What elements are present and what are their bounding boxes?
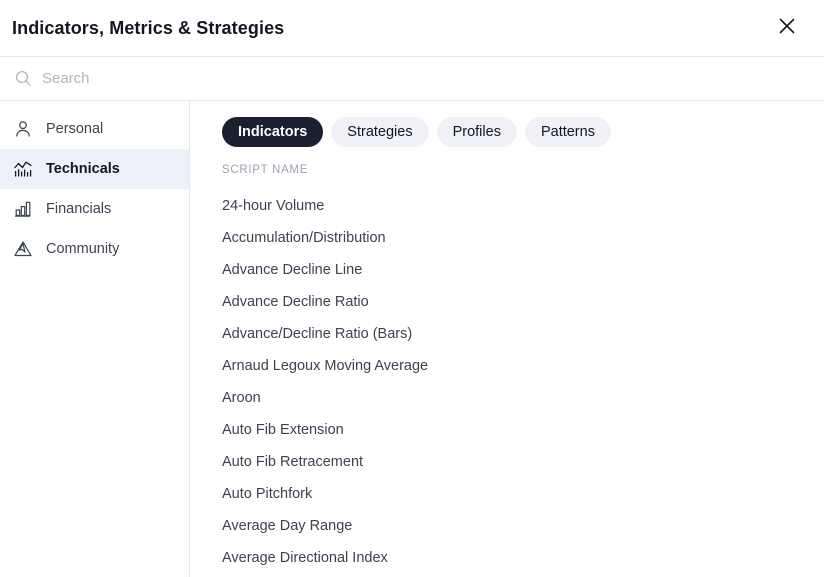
content-panel: Indicators Strategies Profiles Patterns …	[190, 101, 824, 577]
script-name: Arnaud Legoux Moving Average	[222, 358, 429, 374]
script-name: Auto Pitchfork	[222, 486, 313, 502]
search-bar[interactable]	[0, 57, 824, 101]
script-name: Advance Decline Ratio	[222, 294, 369, 310]
close-icon	[778, 17, 796, 40]
list-item[interactable]: 24-hour Volume	[222, 190, 824, 222]
sidebar-item-technicals[interactable]: Technicals	[0, 149, 189, 189]
search-input[interactable]	[42, 68, 442, 89]
tab-indicators[interactable]: Indicators	[222, 117, 324, 147]
list-item[interactable]: Advance Decline Ratio	[222, 286, 824, 318]
bar-chart-icon	[12, 198, 34, 220]
tab-strategies[interactable]: Strategies	[331, 117, 429, 147]
script-name: Average Day Range	[222, 518, 353, 534]
list-item[interactable]: Auto Fib Retracement	[222, 446, 824, 478]
script-list: 24-hour Volume Accumulation/Distribution…	[222, 190, 824, 574]
script-name: Accumulation/Distribution	[222, 230, 386, 246]
tab-bar: Indicators Strategies Profiles Patterns	[222, 117, 824, 147]
list-item[interactable]: Advance Decline Line	[222, 254, 824, 286]
sidebar-item-label: Financials	[46, 201, 112, 217]
script-name: Advance/Decline Ratio (Bars)	[222, 326, 413, 342]
script-name: Aroon	[222, 390, 261, 406]
tab-profiles[interactable]: Profiles	[436, 117, 517, 147]
script-name: Auto Fib Retracement	[222, 454, 364, 470]
sidebar-item-label: Personal	[46, 121, 104, 137]
list-item[interactable]: Arnaud Legoux Moving Average	[222, 350, 824, 382]
list-item[interactable]: Accumulation/Distribution	[222, 222, 824, 254]
sidebar: Personal Technicals Financials Community	[0, 101, 190, 577]
script-name: Advance Decline Line	[222, 262, 363, 278]
sidebar-item-financials[interactable]: Financials	[0, 189, 189, 229]
dialog-header: Indicators, Metrics & Strategies	[0, 0, 824, 57]
sidebar-item-personal[interactable]: Personal	[0, 109, 189, 149]
list-item[interactable]: Aroon	[222, 382, 824, 414]
page-title: Indicators, Metrics & Strategies	[12, 18, 285, 38]
column-header-script-name: SCRIPT NAME	[222, 164, 309, 176]
list-item[interactable]: Average Directional Index	[222, 542, 824, 574]
list-item[interactable]: Auto Fib Extension	[222, 414, 824, 446]
close-button[interactable]	[770, 11, 804, 45]
sidebar-item-label: Technicals	[46, 161, 120, 177]
script-name: Auto Fib Extension	[222, 422, 344, 438]
dialog-body: Personal Technicals Financials Community…	[0, 101, 824, 577]
mountain-icon	[12, 238, 34, 260]
list-item[interactable]: Auto Pitchfork	[222, 478, 824, 510]
sidebar-item-community[interactable]: Community	[0, 229, 189, 269]
sidebar-item-label: Community	[46, 241, 120, 257]
script-name: 24-hour Volume	[222, 198, 325, 214]
search-icon	[12, 68, 34, 90]
person-icon	[12, 118, 34, 140]
tab-patterns[interactable]: Patterns	[524, 117, 611, 147]
script-name: Average Directional Index	[222, 550, 388, 566]
indicators-dialog: Indicators, Metrics & Strategies Search …	[0, 0, 824, 577]
list-item[interactable]: Advance/Decline Ratio (Bars)	[222, 318, 824, 350]
list-item[interactable]: Average Day Range	[222, 510, 824, 542]
chart-line-bars-icon	[12, 158, 34, 180]
